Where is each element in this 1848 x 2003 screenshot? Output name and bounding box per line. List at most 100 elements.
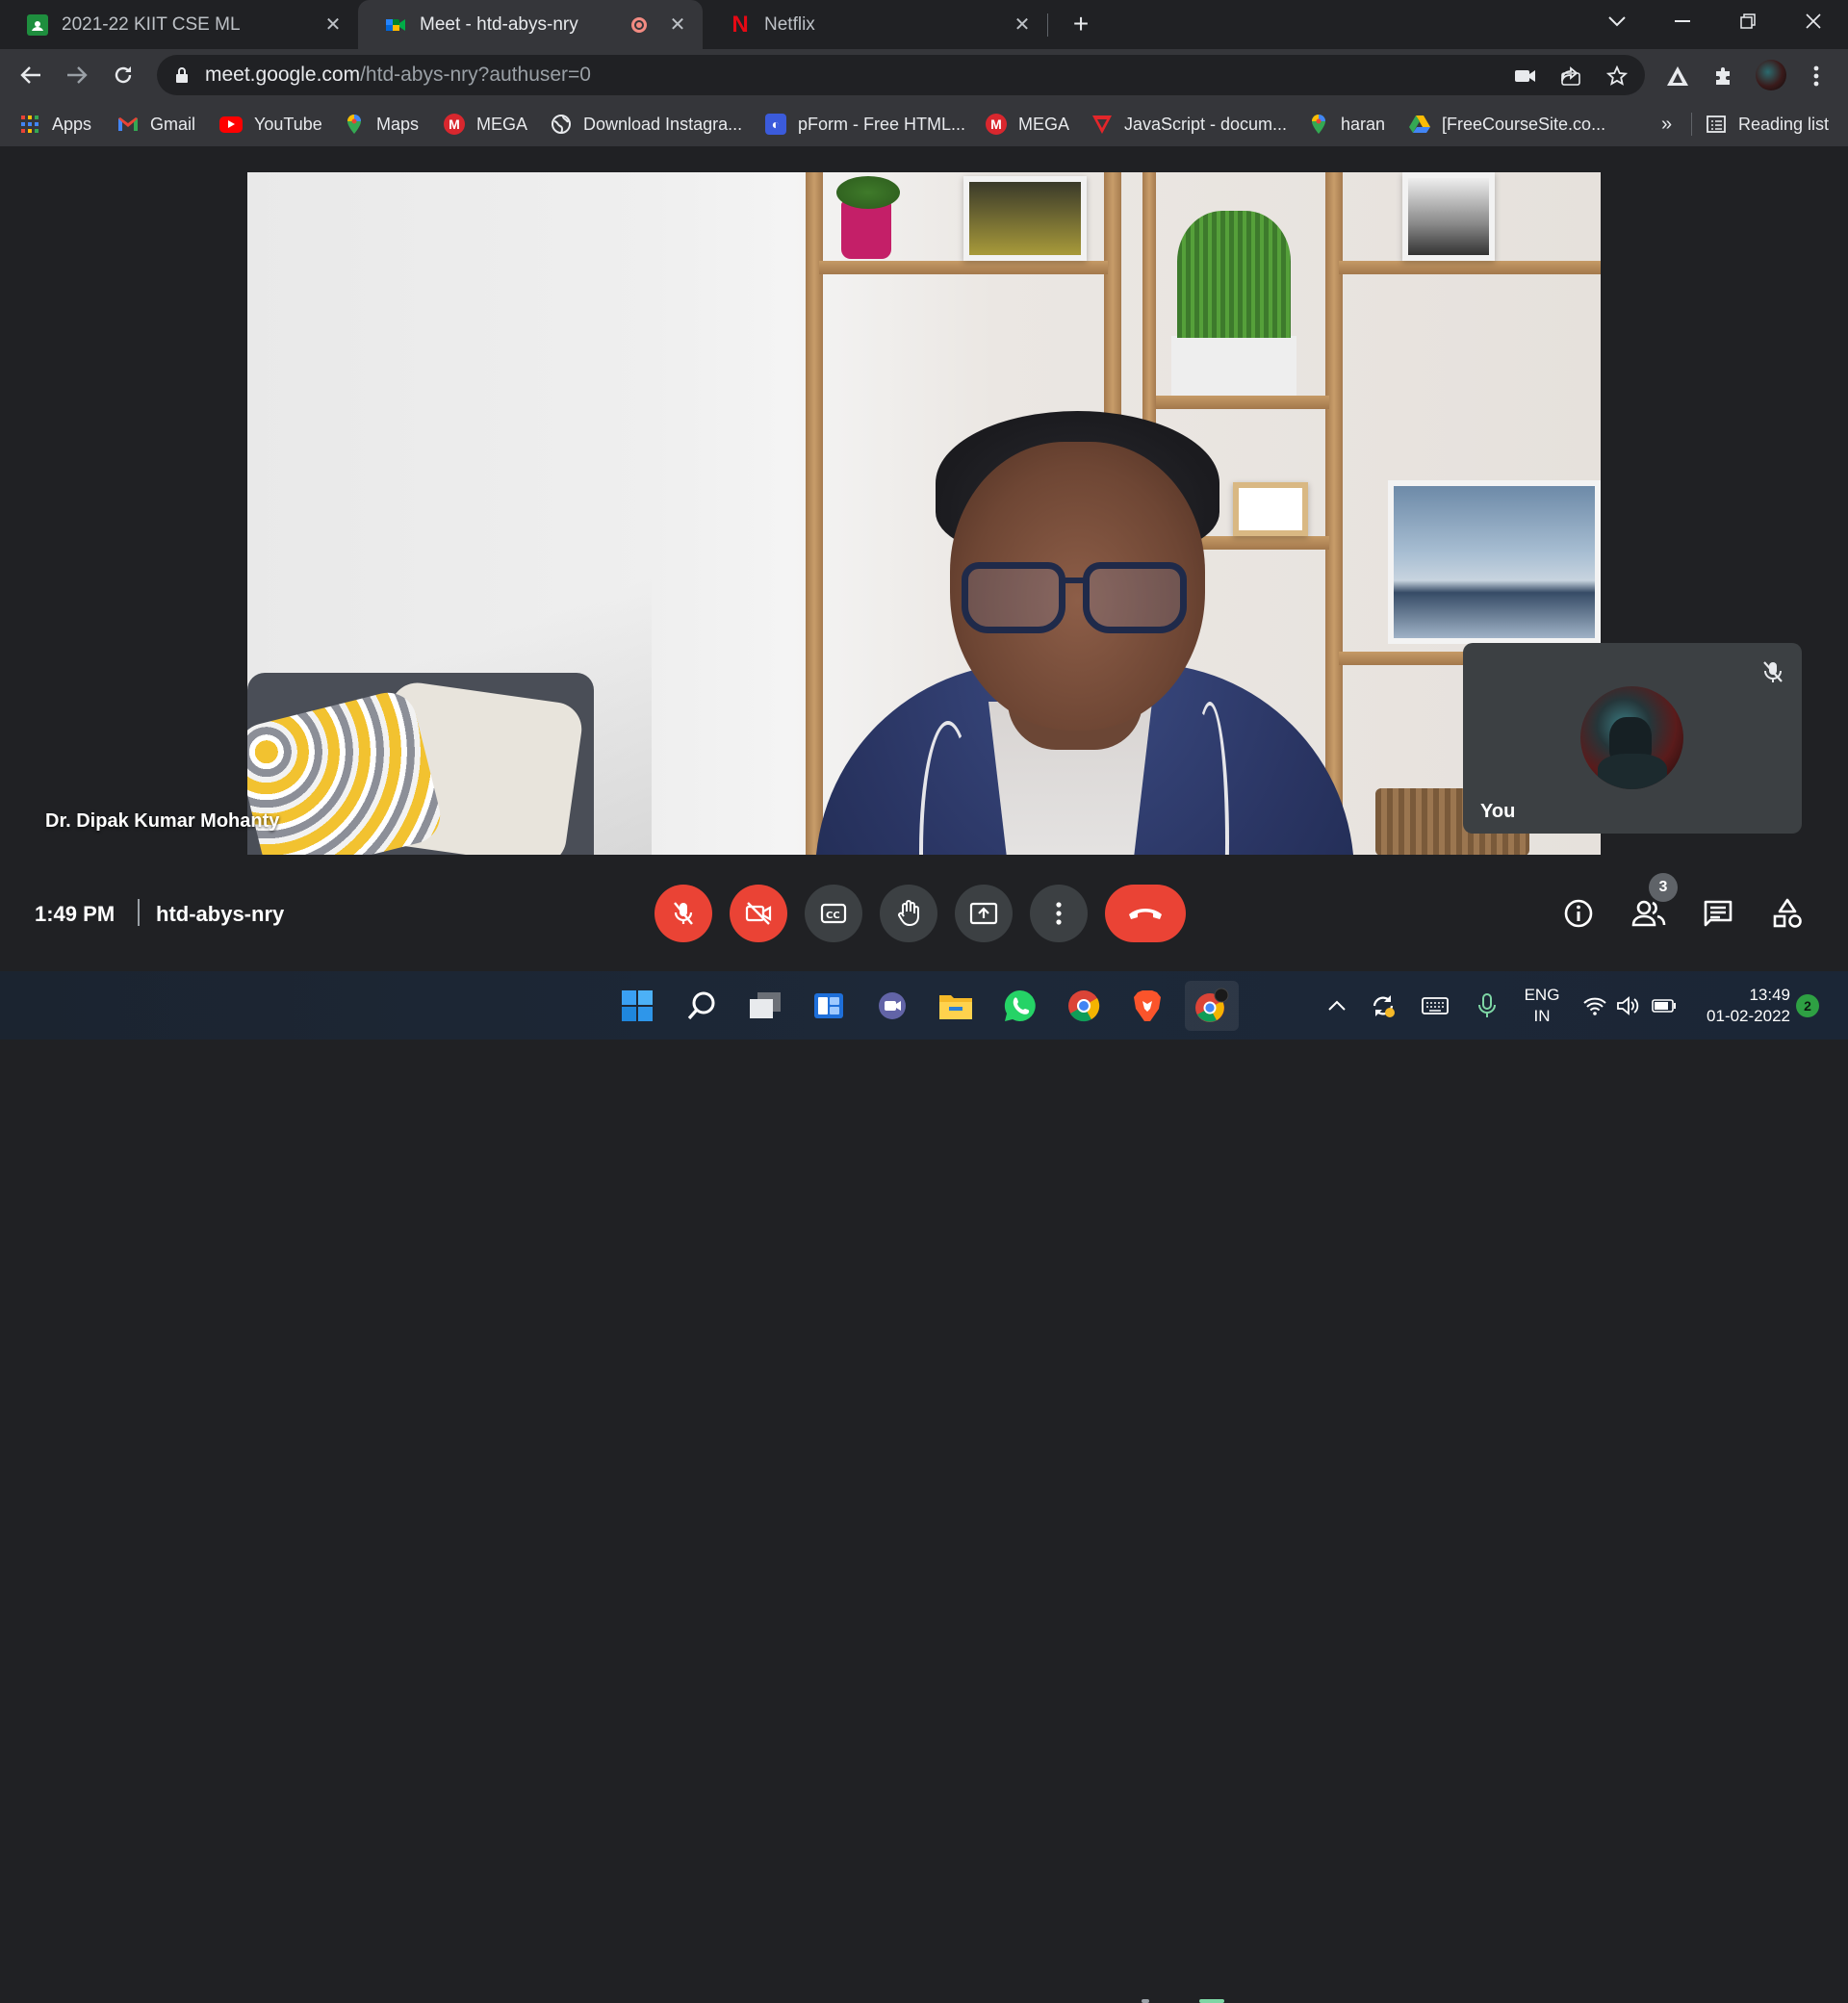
extensions-puzzle-icon[interactable] bbox=[1709, 62, 1738, 90]
activities-button[interactable] bbox=[1764, 890, 1810, 937]
close-tab-icon[interactable]: ✕ bbox=[1011, 13, 1034, 37]
chat-icon bbox=[1704, 900, 1732, 927]
captions-button[interactable]: CC bbox=[805, 885, 862, 942]
tab-title: 2021-22 KIIT CSE ML bbox=[62, 13, 241, 35]
close-window-button[interactable] bbox=[1784, 0, 1842, 42]
tab-search-button[interactable] bbox=[1588, 0, 1646, 42]
present-screen-button[interactable] bbox=[955, 885, 1013, 942]
self-view-tile[interactable]: You bbox=[1463, 643, 1802, 834]
reload-button[interactable] bbox=[106, 58, 141, 92]
person-glasses bbox=[962, 562, 1197, 639]
input-language-button[interactable]: ENG IN bbox=[1521, 985, 1563, 1027]
camera-toggle-button[interactable] bbox=[730, 885, 787, 942]
close-icon bbox=[1806, 13, 1821, 29]
tab-meet[interactable]: Meet - htd-abys-nry ✕ bbox=[358, 0, 703, 49]
widgets-icon bbox=[814, 993, 843, 1018]
close-tab-icon[interactable]: ✕ bbox=[321, 13, 345, 37]
speaker-icon bbox=[1617, 995, 1639, 1015]
bookmark-freecoursesite[interactable]: [FreeCourseSite.co... bbox=[1409, 101, 1605, 147]
chrome-button[interactable] bbox=[1065, 987, 1103, 1025]
restore-button[interactable] bbox=[1719, 0, 1777, 42]
bookmark-pform[interactable]: ◐ pForm - Free HTML... bbox=[765, 101, 965, 147]
volume-button[interactable] bbox=[1613, 971, 1642, 1040]
brave-running-indicator bbox=[1142, 1999, 1149, 2003]
bookmarks-overflow-button[interactable]: » bbox=[1661, 101, 1672, 147]
bookmark-label: Gmail bbox=[150, 114, 196, 134]
widgets-button[interactable] bbox=[809, 987, 848, 1025]
bookmark-mega-2[interactable]: M MEGA bbox=[986, 101, 1069, 147]
bookmark-javascript[interactable]: JavaScript - docum... bbox=[1091, 101, 1287, 147]
touch-keyboard-button[interactable] bbox=[1419, 971, 1451, 1040]
new-tab-button[interactable]: + bbox=[1066, 9, 1095, 39]
bookmark-star-icon[interactable] bbox=[1604, 64, 1630, 89]
camera-in-use-icon[interactable] bbox=[1513, 64, 1538, 89]
google-classroom-icon bbox=[27, 13, 48, 36]
close-tab-icon[interactable]: ✕ bbox=[666, 13, 689, 37]
address-bar[interactable]: meet.google.com/htd-abys-nry?authuser=0 bbox=[157, 55, 1645, 95]
bookmark-haran[interactable]: haran bbox=[1308, 101, 1385, 147]
folder-icon bbox=[939, 995, 972, 1019]
start-button[interactable] bbox=[618, 987, 656, 1025]
bookmark-apps[interactable]: Apps bbox=[19, 101, 91, 147]
microphone-icon bbox=[1478, 992, 1496, 1017]
meeting-details-button[interactable] bbox=[1555, 890, 1602, 937]
tab-classroom[interactable]: 2021-22 KIIT CSE ML ✕ bbox=[0, 0, 358, 49]
chrome-menu-icon[interactable] bbox=[1802, 62, 1831, 90]
microphone-toggle-button[interactable] bbox=[654, 885, 712, 942]
file-explorer-button[interactable] bbox=[937, 987, 975, 1025]
more-options-button[interactable] bbox=[1030, 885, 1088, 942]
task-view-icon bbox=[750, 992, 781, 1018]
extension-triangle-icon[interactable] bbox=[1663, 62, 1692, 90]
show-hidden-icons-button[interactable] bbox=[1322, 971, 1351, 1040]
raise-hand-button[interactable] bbox=[880, 885, 937, 942]
share-icon[interactable] bbox=[1558, 64, 1583, 89]
bookmark-youtube[interactable]: YouTube bbox=[219, 101, 322, 147]
microphone-in-use-button[interactable] bbox=[1473, 971, 1502, 1040]
mega-icon: M bbox=[444, 114, 465, 135]
bookmarks-divider bbox=[1691, 113, 1692, 136]
lock-icon bbox=[176, 67, 188, 83]
hang-up-icon bbox=[1129, 909, 1162, 919]
battery-button[interactable] bbox=[1648, 971, 1681, 1040]
task-view-button[interactable] bbox=[746, 987, 784, 1025]
keyboard-icon bbox=[1422, 996, 1449, 1014]
brave-button[interactable] bbox=[1128, 987, 1167, 1025]
bookmark-label: haran bbox=[1341, 114, 1386, 134]
sync-tray-button[interactable] bbox=[1367, 971, 1399, 1040]
wifi-button[interactable] bbox=[1580, 971, 1609, 1040]
reading-list-button[interactable]: Reading list bbox=[1706, 101, 1829, 147]
taskbar-clock[interactable]: 13:49 01-02-2022 bbox=[1694, 985, 1790, 1027]
bookmark-maps[interactable]: Maps bbox=[344, 101, 419, 147]
chat-button[interactable] bbox=[1695, 890, 1741, 937]
more-vert-icon bbox=[1056, 902, 1062, 925]
tab-netflix[interactable]: N Netflix ✕ bbox=[703, 0, 1047, 49]
bookmark-download-instagram[interactable]: Download Instagra... bbox=[551, 101, 742, 147]
arrow-right-icon bbox=[67, 66, 88, 84]
chrome-active-indicator bbox=[1199, 1999, 1224, 2003]
taskbar-search-button[interactable] bbox=[682, 987, 721, 1025]
leave-call-button[interactable] bbox=[1105, 885, 1186, 942]
teams-chat-button[interactable] bbox=[873, 987, 911, 1025]
video-picture-frame bbox=[963, 176, 1087, 261]
bookmark-gmail[interactable]: Gmail bbox=[117, 101, 195, 147]
forward-button[interactable] bbox=[60, 58, 94, 92]
video-shelf-board bbox=[819, 261, 1108, 274]
minimize-button[interactable] bbox=[1654, 0, 1711, 42]
info-icon bbox=[1564, 899, 1593, 928]
mic-off-icon bbox=[674, 902, 693, 925]
browser-tab-strip: 2021-22 KIIT CSE ML ✕ Meet - htd-abys-nr… bbox=[0, 0, 1848, 49]
google-meet-icon bbox=[385, 14, 406, 36]
whatsapp-button[interactable] bbox=[1001, 987, 1040, 1025]
back-button[interactable] bbox=[13, 58, 48, 92]
netflix-icon: N bbox=[732, 11, 749, 38]
bookmark-mega[interactable]: M MEGA bbox=[444, 101, 527, 147]
restore-icon bbox=[1740, 13, 1756, 29]
javascript-icon bbox=[1091, 114, 1113, 135]
profile-avatar[interactable] bbox=[1756, 60, 1786, 90]
video-landscape-frame bbox=[1388, 480, 1601, 644]
bookmark-label: YouTube bbox=[254, 114, 322, 134]
chrome-profile-button[interactable] bbox=[1185, 981, 1239, 1031]
gmail-icon bbox=[117, 114, 139, 135]
notification-count-badge[interactable]: 2 bbox=[1796, 994, 1819, 1017]
clock-date: 01-02-2022 bbox=[1707, 1007, 1790, 1025]
